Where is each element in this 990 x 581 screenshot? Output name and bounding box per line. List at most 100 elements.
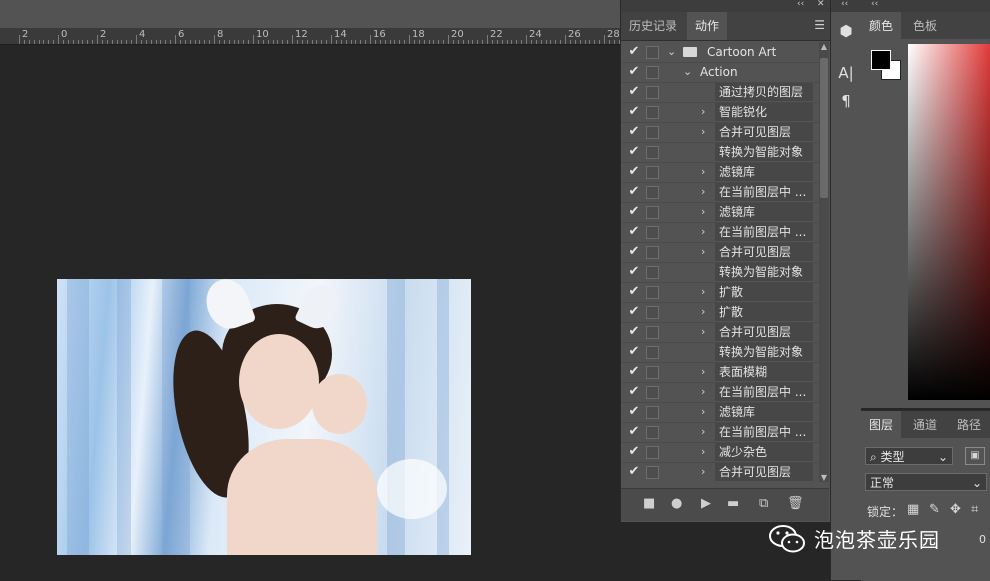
chevron-right-icon[interactable]: › [701,122,705,142]
chevron-right-icon[interactable]: › [701,242,705,262]
chevron-right-icon[interactable]: › [701,202,705,222]
blend-mode-select[interactable]: 正常 ⌄ [865,473,987,491]
action-step-row[interactable]: ✔ › 合并可见图层 [621,462,819,482]
checkmark-icon[interactable]: ✔ [627,443,641,461]
chevron-right-icon[interactable]: › [701,102,705,122]
trash-icon[interactable]: 🗑 [787,496,804,511]
action-set-row[interactable]: ✔ ⌄ Cartoon Art [621,42,819,63]
layer-filter-select[interactable]: ⌕ 类型 ⌄ [865,447,953,465]
chevron-right-icon[interactable]: › [701,322,705,342]
action-step-row[interactable]: ✔ › 在当前图层中 ... [621,382,819,403]
checkmark-icon[interactable]: ✔ [627,203,641,221]
action-step-row[interactable]: ✔ › 表面模糊 [621,362,819,383]
3d-cube-icon[interactable]: ⬢ [831,22,861,40]
dialog-toggle[interactable] [646,106,659,119]
dialog-toggle[interactable] [646,426,659,439]
checkmark-icon[interactable]: ✔ [627,463,641,481]
action-step-row[interactable]: ✔ › 扩散 [621,302,819,323]
action-step-row[interactable]: ✔ 转换为智能对象 [621,142,819,163]
action-step-row[interactable]: ✔ › 滤镜库 [621,162,819,183]
checkmark-icon[interactable]: ✔ [627,283,641,301]
stop-icon[interactable]: ■ [643,496,655,511]
play-icon[interactable]: ▶ [701,496,711,511]
chevron-right-icon[interactable]: › [701,362,705,382]
hamburger-menu-icon[interactable]: ☰ [814,18,825,32]
checkmark-icon[interactable]: ✔ [627,363,641,381]
dialog-toggle[interactable] [646,186,659,199]
chevron-right-icon[interactable]: › [701,162,705,182]
action-step-row[interactable]: ✔ 转换为智能对象 [621,342,819,363]
checkmark-icon[interactable]: ✔ [627,63,641,81]
dialog-toggle[interactable] [646,366,659,379]
dialog-toggle[interactable] [646,326,659,339]
checkmark-icon[interactable]: ✔ [627,263,641,281]
collapse-icon[interactable]: ‹‹ [871,0,878,9]
tab-history[interactable]: 历史记录 [621,12,685,40]
action-row[interactable]: ✔ ⌄ Action [621,62,819,83]
lock-transparent-icon[interactable]: ▦ [907,502,919,517]
checkmark-icon[interactable]: ✔ [627,303,641,321]
dialog-toggle[interactable] [646,166,659,179]
dialog-toggle[interactable] [646,226,659,239]
image-filter-icon[interactable]: ▣ [965,447,985,465]
checkmark-icon[interactable]: ✔ [627,43,641,61]
tab-actions[interactable]: 动作 [687,12,728,40]
action-step-row[interactable]: ✔ › 减少杂色 [621,442,819,463]
action-list-scrollbar[interactable]: ▲ ▼ [819,42,829,482]
checkmark-icon[interactable]: ✔ [627,183,641,201]
action-step-row[interactable]: ✔ 通过拷贝的图层 [621,82,819,103]
checkmark-icon[interactable]: ✔ [627,123,641,141]
paragraph-icon[interactable]: ¶ [831,92,861,110]
dialog-toggle[interactable] [646,346,659,359]
dialog-toggle[interactable] [646,286,659,299]
checkmark-icon[interactable]: ✔ [627,103,641,121]
tab-swatches[interactable]: 色板 [905,12,945,40]
chevron-right-icon[interactable]: › [701,302,705,322]
chevron-right-icon[interactable]: › [701,182,705,202]
action-step-row[interactable]: ✔ › 合并可见图层 [621,122,819,143]
checkmark-icon[interactable]: ✔ [627,383,641,401]
chevron-right-icon[interactable]: › [701,222,705,242]
panel-collapse-bar[interactable]: ‹‹ ✕ [621,0,831,12]
checkmark-icon[interactable]: ✔ [627,343,641,361]
action-step-row[interactable]: ✔ › 合并可见图层 [621,242,819,263]
chevron-right-icon[interactable]: › [701,422,705,442]
dialog-toggle[interactable] [646,406,659,419]
checkmark-icon[interactable]: ✔ [627,83,641,101]
tab-layers[interactable]: 图层 [861,411,902,439]
close-icon[interactable]: ✕ [817,0,825,9]
chevron-right-icon[interactable]: › [701,282,705,302]
panel-collapse-bar[interactable]: ‹‹ [831,0,861,12]
dialog-toggle[interactable] [646,446,659,459]
chevron-right-icon[interactable]: › [701,382,705,402]
action-step-row[interactable]: ✔ › 在当前图层中 ... [621,222,819,243]
chevron-down-icon[interactable]: ⌄ [683,62,692,82]
tab-color[interactable]: 颜色 [861,12,902,40]
dialog-toggle[interactable] [646,386,659,399]
action-step-row[interactable]: ✔ › 合并可见图层 [621,322,819,343]
lock-artboard-icon[interactable]: ⌗ [971,502,978,517]
checkmark-icon[interactable]: ✔ [627,143,641,161]
foreground-color-swatch[interactable] [871,50,891,70]
dialog-toggle[interactable] [646,86,659,99]
action-step-row[interactable]: ✔ › 智能锐化 [621,102,819,123]
new-action-icon[interactable]: ⧉ [759,496,768,511]
collapse-icon[interactable]: ‹‹ [841,0,848,9]
dialog-toggle[interactable] [646,126,659,139]
action-step-row[interactable]: ✔ › 在当前图层中 ... [621,422,819,443]
panel-collapse-bar[interactable]: ‹‹ [861,0,990,12]
record-icon[interactable]: ● [671,496,682,511]
lock-position-icon[interactable]: ✥ [950,502,961,517]
checkmark-icon[interactable]: ✔ [627,223,641,241]
action-step-row[interactable]: ✔ › 扩散 [621,282,819,303]
scroll-down-icon[interactable]: ▼ [819,473,829,482]
chevron-right-icon[interactable]: › [701,462,705,482]
tab-paths[interactable]: 路径 [949,411,989,439]
action-step-row[interactable]: ✔ › 滤镜库 [621,202,819,223]
dialog-toggle[interactable] [646,46,659,59]
action-step-row[interactable]: ✔ 转换为智能对象 [621,262,819,283]
dialog-toggle[interactable] [646,146,659,159]
dialog-toggle[interactable] [646,246,659,259]
color-picker-field[interactable] [908,44,990,400]
chevron-down-icon[interactable]: ⌄ [667,42,676,62]
